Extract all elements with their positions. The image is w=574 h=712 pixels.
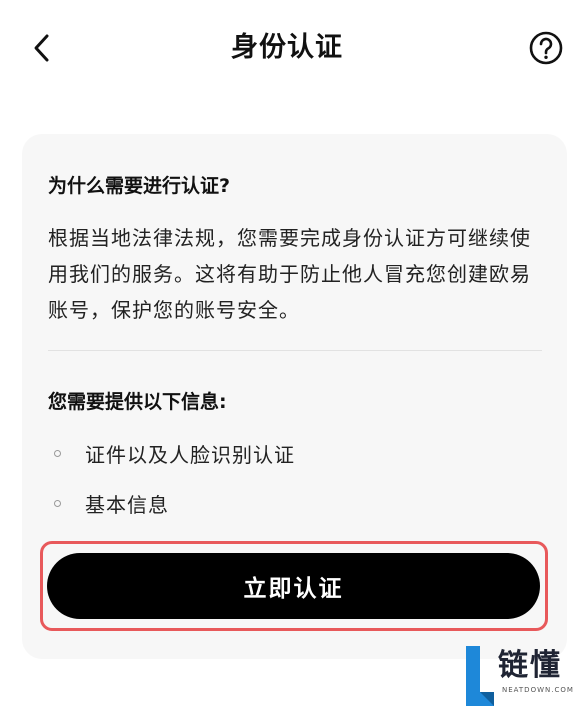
list-item: 基本信息 xyxy=(48,486,169,520)
list-item: 证件以及人脸识别认证 xyxy=(48,436,295,470)
watermark-domain: NEATDOWN.COM xyxy=(502,686,574,694)
divider xyxy=(48,350,542,351)
question-circle-icon xyxy=(529,31,563,65)
requirement-label: 基本信息 xyxy=(85,492,169,517)
explanation-text: 根据当地法律法规，您需要完成身份认证方可继续使用我们的服务。这将有助于防止他人冒… xyxy=(48,226,531,322)
help-button[interactable] xyxy=(526,28,566,68)
top-bar: 身份认证 xyxy=(0,0,574,96)
requirement-label: 证件以及人脸识别认证 xyxy=(85,442,295,467)
bullet-icon xyxy=(54,449,61,457)
page-title: 身份认证 xyxy=(231,32,343,63)
verify-now-button[interactable]: 立即认证 xyxy=(47,553,540,619)
why-heading: 为什么需要进行认证? xyxy=(48,175,231,197)
bullet-icon xyxy=(54,499,61,507)
watermark-text: 链懂 xyxy=(498,648,562,683)
watermark-logo: 链懂 NEATDOWN.COM xyxy=(456,640,574,712)
requirements-heading: 您需要提供以下信息: xyxy=(48,391,227,413)
logo-l-icon xyxy=(466,646,494,706)
